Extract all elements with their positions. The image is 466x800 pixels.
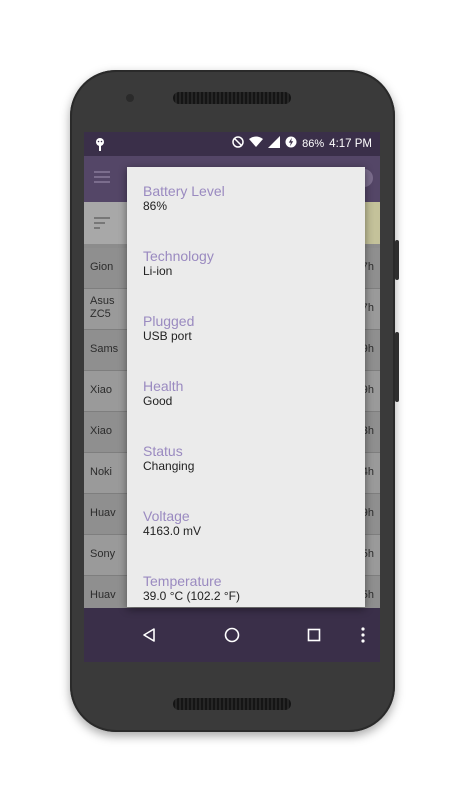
android-debug-icon: [94, 137, 106, 151]
row-device-name: Xiao: [90, 384, 113, 396]
entry-value: 39.0 °C (102.2 °F): [143, 589, 240, 603]
entry-value: 86%: [143, 199, 168, 213]
phone-frame: 86% 4:17 PM Gion 7h Asus ZC5 7h Sams 9h Xiao 9h…: [70, 70, 399, 732]
power-button: [395, 332, 399, 402]
front-camera: [126, 94, 134, 102]
row-device-name: Huav: [90, 507, 116, 519]
row-device-name: Sams: [90, 343, 119, 355]
wifi-icon: [249, 136, 264, 151]
entry-label: Battery Level: [143, 183, 225, 199]
entry-label: Status: [143, 443, 183, 459]
battery-charging-icon: [285, 136, 297, 151]
dialog-entry: Health Good: [143, 378, 183, 409]
status-bar: 86% 4:17 PM: [84, 132, 380, 156]
more-vert-icon[interactable]: [352, 624, 374, 646]
entry-value: Li-ion: [143, 264, 173, 278]
row-device-name: Noki: [90, 466, 113, 478]
entry-value: Changing: [143, 459, 195, 473]
entry-label: Technology: [143, 248, 214, 264]
row-device-name: Asus ZC5: [90, 295, 115, 320]
hamburger-menu-icon[interactable]: [94, 170, 110, 189]
entry-value: Good: [143, 394, 173, 408]
sort-icon[interactable]: [94, 216, 110, 234]
row-device-name: Xiao: [90, 425, 113, 437]
battery-info-dialog: Battery Level 86% Technology Li-ion Plugged U…: [127, 167, 365, 607]
home-circle-icon[interactable]: [221, 624, 243, 646]
dialog-entry: Temperature 39.0 °C (102.2 °F): [143, 573, 240, 604]
row-device-name: Gion: [90, 261, 114, 273]
back-triangle-icon[interactable]: [138, 624, 160, 646]
screen: 86% 4:17 PM Gion 7h Asus ZC5 7h Sams 9h Xiao 9h…: [84, 132, 380, 662]
entry-value: USB port: [143, 329, 192, 343]
dialog-entry: Plugged USB port: [143, 313, 194, 344]
battery-percent: 86%: [302, 137, 325, 150]
navigation-bar: [84, 608, 380, 662]
do-not-disturb-icon: [232, 136, 244, 151]
clock: 4:17 PM: [329, 137, 372, 150]
top-speaker: [173, 92, 291, 104]
dialog-entry: Technology Li-ion: [143, 248, 214, 279]
recents-square-icon[interactable]: [303, 624, 325, 646]
cell-signal-icon: [268, 136, 281, 151]
entry-label: Voltage: [143, 508, 190, 524]
entry-value: 4163.0 mV: [143, 524, 202, 538]
entry-label: Plugged: [143, 313, 195, 329]
bottom-speaker: [173, 698, 291, 710]
entry-label: Temperature: [143, 573, 222, 589]
row-device-name: Sony: [90, 548, 116, 560]
dialog-entry: Battery Level 86%: [143, 183, 225, 214]
entry-label: Health: [143, 378, 184, 394]
volume-button: [395, 240, 399, 280]
dialog-entry: Voltage 4163.0 mV: [143, 508, 201, 539]
row-device-name: Huav: [90, 589, 116, 601]
dialog-entry: Status Changing: [143, 443, 194, 474]
